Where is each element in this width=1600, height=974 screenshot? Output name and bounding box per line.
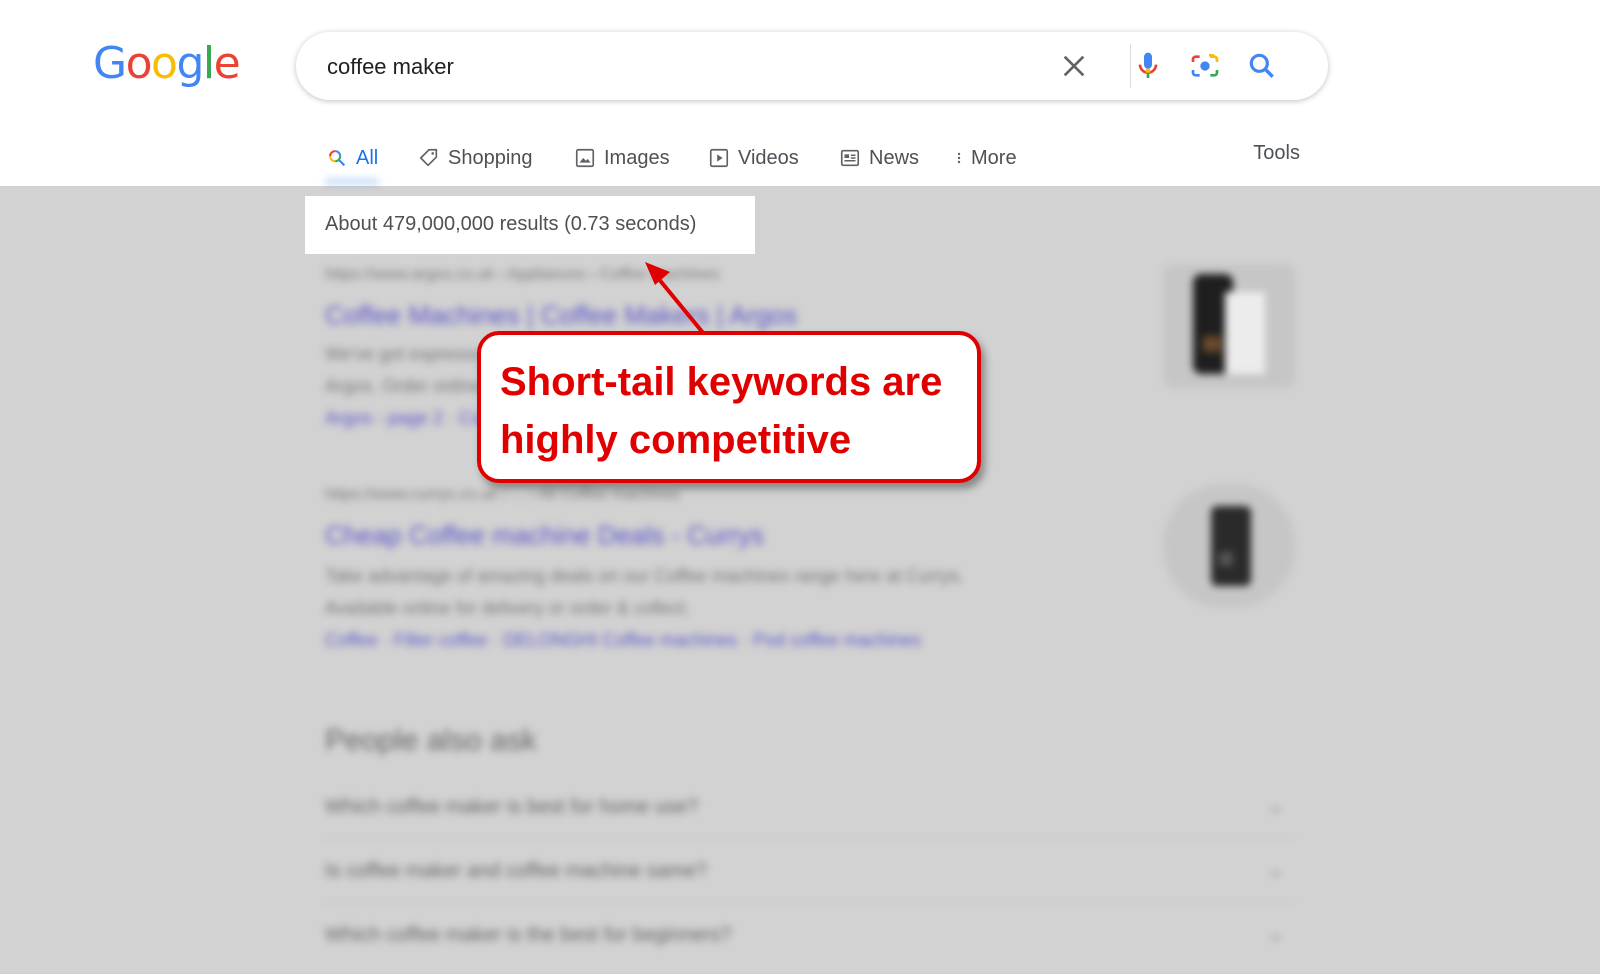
- chevron-down-icon[interactable]: ⌄: [1268, 796, 1283, 817]
- paa-question[interactable]: Is coffee maker and coffee machine same?: [325, 860, 707, 883]
- results-overlay: https://www.argos.co.uk › Appliances › C…: [0, 180, 1600, 974]
- more-vert-icon: [957, 152, 961, 164]
- tab-images[interactable]: Images: [574, 142, 670, 174]
- search-icon: [329, 150, 346, 167]
- chevron-down-icon[interactable]: ⌄: [1268, 924, 1283, 945]
- tab-shopping[interactable]: Shopping: [418, 142, 533, 174]
- tab-news[interactable]: News: [839, 142, 919, 174]
- blurred-results: https://www.argos.co.uk › Appliances › C…: [0, 180, 1600, 974]
- image-icon: [575, 148, 595, 168]
- tab-all[interactable]: All: [326, 142, 378, 174]
- result-url[interactable]: https://www.currys.co.uk › ... › All Cof…: [325, 486, 680, 504]
- result-snippet: Available online for delivery or order &…: [325, 598, 690, 618]
- tools-button[interactable]: Tools: [1253, 142, 1300, 165]
- tab-label: More: [971, 146, 1017, 169]
- microphone-icon[interactable]: [1132, 50, 1164, 82]
- annotation-callout: Short-tail keywords are highly competiti…: [477, 331, 981, 483]
- result-title[interactable]: Cheap Coffee machine Deals - Currys: [325, 520, 764, 551]
- logo-letter: e: [213, 38, 241, 89]
- coffee-machine-image: [1193, 274, 1265, 374]
- search-tabs: All Shopping Images Videos News More Too…: [0, 142, 1600, 182]
- result-url[interactable]: https://www.argos.co.uk › Appliances › C…: [325, 266, 720, 284]
- paa-divider: [325, 838, 1293, 839]
- logo-letter: o: [125, 38, 153, 89]
- search-box[interactable]: coffee maker: [296, 32, 1328, 100]
- coffee-machine-image: [1211, 506, 1251, 586]
- search-icon[interactable]: [1246, 50, 1278, 82]
- google-logo[interactable]: Google: [93, 38, 241, 89]
- tab-label: Videos: [738, 146, 799, 169]
- chevron-down-icon[interactable]: ⌄: [1268, 860, 1283, 881]
- search-divider: [1130, 44, 1131, 88]
- tab-more[interactable]: More: [951, 142, 1017, 174]
- result-snippet: Take advantage of amazing deals on our C…: [325, 566, 965, 586]
- tab-label: Shopping: [448, 146, 533, 169]
- tab-videos[interactable]: Videos: [708, 142, 799, 174]
- result-stats-highlight: About 479,000,000 results (0.73 seconds): [305, 196, 755, 254]
- tab-label: All: [356, 146, 379, 169]
- result-thumbnail[interactable]: [1163, 484, 1295, 608]
- result-thumbnail[interactable]: [1163, 264, 1295, 388]
- camera-lens-icon[interactable]: [1189, 50, 1221, 82]
- tag-icon: [419, 148, 438, 167]
- result-title[interactable]: Coffee Machines | Coffee Makers | Argos: [325, 300, 797, 331]
- logo-letter: G: [93, 38, 127, 89]
- tab-active-underline: [325, 180, 379, 183]
- tab-label: News: [869, 146, 920, 169]
- paa-question[interactable]: Which coffee maker is best for home use?: [325, 796, 698, 819]
- paa-question[interactable]: Which coffee maker is the best for begin…: [325, 924, 732, 947]
- play-icon: [709, 148, 729, 168]
- paa-divider: [325, 902, 1293, 903]
- search-input[interactable]: coffee maker: [327, 54, 454, 80]
- paa-heading: People also ask: [325, 724, 537, 757]
- result-stats: About 479,000,000 results (0.73 seconds): [325, 213, 697, 235]
- tab-label: Images: [604, 146, 670, 169]
- clear-icon[interactable]: [1058, 50, 1090, 82]
- newspaper-icon: [840, 149, 860, 167]
- logo-letter: o: [151, 38, 178, 89]
- callout-text: Short-tail keywords are highly competiti…: [500, 360, 943, 462]
- logo-letter: l: [202, 38, 215, 89]
- logo-letter: g: [176, 38, 204, 89]
- result-sitelinks[interactable]: Coffee · Filter coffee · DELONGHI Coffee…: [325, 630, 921, 651]
